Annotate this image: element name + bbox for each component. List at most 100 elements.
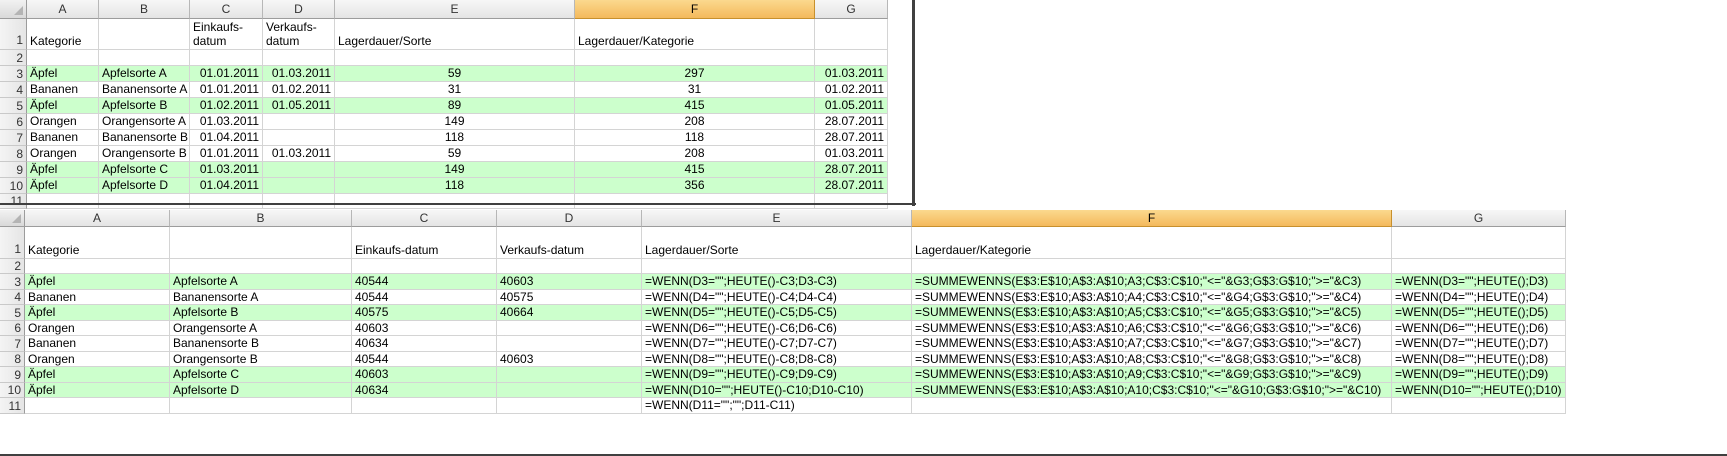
cell-g[interactable]: 01.02.2011	[815, 82, 888, 98]
cell-d[interactable]: 40575	[497, 290, 642, 305]
cell-g[interactable]: =WENN(D7="";HEUTE();D7)	[1392, 336, 1566, 352]
cell-a[interactable]: Orangen	[27, 146, 99, 162]
row-number[interactable]: 5	[0, 305, 25, 321]
cell-b[interactable]: Apfelsorte D	[99, 178, 190, 194]
row-number[interactable]: 5	[0, 98, 27, 114]
cell-b[interactable]: Bananensorte B	[170, 336, 352, 352]
empty-cell[interactable]	[575, 194, 815, 209]
cell-a[interactable]: Äpfel	[27, 98, 99, 114]
header-cell-g[interactable]	[1392, 227, 1566, 259]
cell-f[interactable]: =SUMMEWENNS(E$3:E$10;A$3:A$10;A5;C$3:C$1…	[912, 305, 1392, 321]
header-cell-f[interactable]: Lagerdauer/Kategorie	[575, 19, 815, 50]
cell-e[interactable]: 118	[335, 130, 575, 146]
column-header-b[interactable]: B	[170, 210, 352, 227]
empty-cell[interactable]	[190, 194, 263, 209]
empty-cell[interactable]	[912, 259, 1392, 274]
cell-a[interactable]: Äpfel	[25, 305, 170, 321]
empty-cell[interactable]	[1392, 259, 1566, 274]
row-number[interactable]: 9	[0, 162, 27, 178]
cell-c[interactable]: 40544	[352, 290, 497, 305]
cell-f[interactable]: =SUMMEWENNS(E$3:E$10;A$3:A$10;A4;C$3:C$1…	[912, 290, 1392, 305]
empty-cell[interactable]	[25, 259, 170, 274]
cell-c[interactable]: 40544	[352, 274, 497, 290]
cell-f[interactable]: 118	[575, 130, 815, 146]
empty-cell[interactable]	[1392, 398, 1566, 414]
cell-f[interactable]: 415	[575, 162, 815, 178]
cell-e[interactable]: =WENN(D5="";HEUTE()-C5;D5-C5)	[642, 305, 912, 321]
column-header-g[interactable]: G	[1392, 210, 1566, 227]
row-number[interactable]: 7	[0, 336, 25, 352]
cell-f[interactable]: =SUMMEWENNS(E$3:E$10;A$3:A$10;A3;C$3:C$1…	[912, 274, 1392, 290]
cell-a[interactable]: Äpfel	[25, 367, 170, 383]
cell-d[interactable]	[497, 336, 642, 352]
empty-cell[interactable]	[170, 398, 352, 414]
cell-f[interactable]: 415	[575, 98, 815, 114]
cell-g[interactable]: =WENN(D8="";HEUTE();D8)	[1392, 352, 1566, 367]
header-cell-b[interactable]	[170, 227, 352, 259]
cell-g[interactable]: =WENN(D5="";HEUTE();D5)	[1392, 305, 1566, 321]
cell-d[interactable]: 01.05.2011	[263, 98, 335, 114]
column-header-c[interactable]: C	[352, 210, 497, 227]
cell-f[interactable]: =SUMMEWENNS(E$3:E$10;A$3:A$10;A10;C$3:C$…	[912, 383, 1392, 398]
cell-g[interactable]: =WENN(D4="";HEUTE();D4)	[1392, 290, 1566, 305]
cell-e[interactable]: 149	[335, 162, 575, 178]
row-number[interactable]: 3	[0, 274, 25, 290]
cell-d[interactable]	[263, 130, 335, 146]
row-number[interactable]: 8	[0, 146, 27, 162]
cell-d[interactable]	[263, 114, 335, 130]
cell-c[interactable]: 40634	[352, 383, 497, 398]
cell-c[interactable]: 01.01.2011	[190, 146, 263, 162]
empty-cell[interactable]	[912, 398, 1392, 414]
cell-a[interactable]: Äpfel	[25, 383, 170, 398]
cell-e[interactable]: =WENN(D3="";HEUTE()-C3;D3-C3)	[642, 274, 912, 290]
cell-c[interactable]: 40544	[352, 352, 497, 367]
cell-e[interactable]: =WENN(D7="";HEUTE()-C7;D7-C7)	[642, 336, 912, 352]
cell-b[interactable]: Apfelsorte A	[99, 66, 190, 82]
cell-b[interactable]: Bananensorte A	[99, 82, 190, 98]
pane-split-vertical[interactable]	[912, 0, 915, 206]
cell-c[interactable]: 01.03.2011	[190, 114, 263, 130]
row-number[interactable]: 4	[0, 82, 27, 98]
cell-f[interactable]: =SUMMEWENNS(E$3:E$10;A$3:A$10;A8;C$3:C$1…	[912, 352, 1392, 367]
column-header-d[interactable]: D	[497, 210, 642, 227]
cell-d[interactable]	[263, 178, 335, 194]
cell-a[interactable]: Bananen	[25, 336, 170, 352]
empty-cell[interactable]	[352, 398, 497, 414]
cell-a[interactable]: Bananen	[27, 82, 99, 98]
cell-a[interactable]: Äpfel	[25, 274, 170, 290]
cell-d[interactable]: 40603	[497, 352, 642, 367]
empty-cell[interactable]	[263, 50, 335, 66]
cell-g[interactable]: 28.07.2011	[815, 162, 888, 178]
cell-c[interactable]: 01.01.2011	[190, 82, 263, 98]
empty-cell[interactable]	[25, 398, 170, 414]
column-header-c[interactable]: C	[190, 0, 263, 19]
cell-e[interactable]: =WENN(D4="";HEUTE()-C4;D4-C4)	[642, 290, 912, 305]
cell-d[interactable]	[263, 162, 335, 178]
column-header-d[interactable]: D	[263, 0, 335, 19]
cell-g[interactable]: 01.03.2011	[815, 66, 888, 82]
cell-f[interactable]: 297	[575, 66, 815, 82]
cell-g[interactable]: =WENN(D10="";HEUTE();D10)	[1392, 383, 1566, 398]
cell-b[interactable]: Apfelsorte C	[99, 162, 190, 178]
cell-f[interactable]: 208	[575, 146, 815, 162]
cell-c[interactable]: 01.02.2011	[190, 98, 263, 114]
cell-c[interactable]: 01.03.2011	[190, 162, 263, 178]
cell-g[interactable]: 01.05.2011	[815, 98, 888, 114]
empty-cell[interactable]	[352, 259, 497, 274]
cell-f[interactable]: 356	[575, 178, 815, 194]
row-number[interactable]: 8	[0, 352, 25, 367]
cell-d[interactable]: 01.03.2011	[263, 66, 335, 82]
cell-e[interactable]: 149	[335, 114, 575, 130]
cell-e[interactable]: =WENN(D8="";HEUTE()-C8;D8-C8)	[642, 352, 912, 367]
cell-b[interactable]: Apfelsorte B	[170, 305, 352, 321]
cell-a[interactable]: Bananen	[27, 130, 99, 146]
header-cell-d[interactable]: Verkaufs-datum	[497, 227, 642, 259]
row-number[interactable]: 9	[0, 367, 25, 383]
cell-e[interactable]: =WENN(D9="";HEUTE()-C9;D9-C9)	[642, 367, 912, 383]
cell-a[interactable]: Orangen	[27, 114, 99, 130]
cell-d[interactable]	[497, 321, 642, 336]
cell-c[interactable]: 01.04.2011	[190, 130, 263, 146]
row-number[interactable]: 2	[0, 259, 25, 274]
cell-c[interactable]: 01.04.2011	[190, 178, 263, 194]
header-cell-g[interactable]	[815, 19, 888, 50]
